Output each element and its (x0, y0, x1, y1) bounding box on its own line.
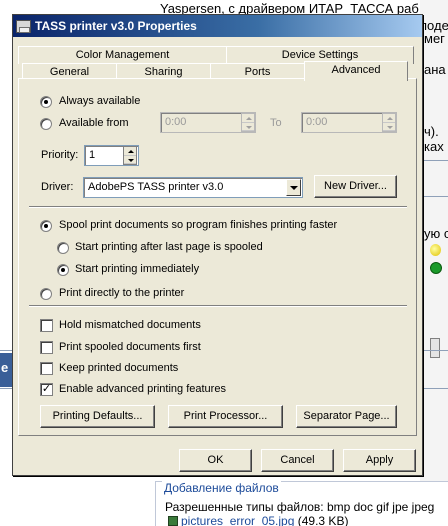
background-divider (423, 196, 448, 197)
to-time-spinner[interactable] (382, 113, 396, 132)
enable-advanced-label: Enable advanced printing features (59, 383, 226, 395)
enable-advanced-checkbox[interactable]: ✓ (40, 383, 53, 396)
dialog-title: TASS printer v3.0 Properties (35, 19, 197, 33)
tab-label: Sharing (144, 66, 183, 78)
checkmark-icon: ✓ (41, 383, 52, 395)
priority-label: Priority: (41, 149, 79, 161)
chevron-down-icon[interactable] (286, 179, 301, 196)
printer-icon (16, 19, 31, 33)
hold-mismatched-label: Hold mismatched documents (59, 319, 201, 331)
start-after-last-page-radio[interactable] (57, 242, 69, 254)
advanced-tab-panel: Always available Available from 0:00 To … (18, 78, 417, 436)
keep-printed-label: Keep printed documents (59, 362, 179, 374)
background-divider (423, 160, 448, 161)
tab-advanced[interactable]: Advanced (304, 61, 408, 81)
tab-label: Advanced (331, 64, 381, 76)
driver-select[interactable]: AdobePS TASS printer v3.0 (83, 177, 303, 198)
background-text-line: ч). (424, 124, 439, 139)
allowed-types-text: Разрешенные типы файлов: bmp doc gif jpe… (165, 500, 435, 514)
print-directly-radio[interactable] (40, 288, 52, 300)
cancel-button[interactable]: Cancel (261, 449, 334, 472)
print-directly-label: Print directly to the printer (59, 287, 185, 299)
always-available-radio[interactable] (40, 96, 52, 108)
available-from-radio[interactable] (40, 118, 52, 130)
tab-label: Ports (244, 66, 271, 78)
print-spooled-first-checkbox[interactable] (40, 341, 53, 354)
attached-file-link[interactable]: pictures_error_05.jpg (181, 514, 294, 526)
spool-radio[interactable] (40, 220, 52, 232)
tab-label: General (49, 66, 90, 78)
driver-select-value: AdobePS TASS printer v3.0 (88, 181, 224, 193)
print-spooled-first-label: Print spooled documents first (59, 341, 201, 353)
background-header-text: е (1, 360, 9, 375)
tab-label: Color Management (75, 49, 170, 61)
to-label: To (270, 117, 282, 129)
apply-button[interactable]: Apply (343, 449, 416, 472)
separator-page-button[interactable]: Separator Page... (296, 405, 397, 428)
start-immediately-radio[interactable] (57, 264, 69, 276)
available-from-label: Available from (59, 117, 129, 129)
new-driver-button[interactable]: New Driver... (314, 175, 397, 198)
background-text-line: мег (424, 31, 445, 46)
separator (29, 206, 407, 208)
printer-properties-dialog: TASS printer v3.0 Properties Color Manag… (12, 14, 423, 476)
keep-printed-checkbox[interactable] (40, 362, 53, 375)
attached-file-size: (49.3 KB) (297, 514, 349, 526)
printing-defaults-button[interactable]: Printing Defaults... (40, 405, 155, 428)
background-button[interactable] (430, 338, 440, 358)
background-text-line: ках (424, 139, 444, 154)
hold-mismatched-checkbox[interactable] (40, 319, 53, 332)
background-text-line: ую с (424, 226, 448, 241)
upload-legend: Добавление файлов (162, 481, 281, 495)
start-immediately-label: Start printing immediately (75, 263, 200, 275)
priority-spinner[interactable] (123, 146, 137, 165)
attached-file: pictures_error_05.jpg (49.3 KB) (168, 514, 348, 526)
globe-icon (430, 262, 442, 274)
print-processor-button[interactable]: Print Processor... (168, 405, 283, 428)
driver-label: Driver: (41, 181, 74, 193)
always-available-label: Always available (59, 95, 141, 107)
spool-label: Spool print documents so program finishe… (59, 219, 338, 231)
background-text-line: ана (424, 62, 446, 77)
image-file-icon (168, 516, 178, 526)
ok-button[interactable]: OK (179, 449, 252, 472)
tab-color-management[interactable]: Color Management (18, 46, 227, 64)
from-time-spinner[interactable] (241, 113, 255, 132)
lightbulb-icon (430, 244, 441, 256)
separator (29, 305, 407, 307)
tab-label: Device Settings (281, 49, 359, 61)
dialog-titlebar[interactable]: TASS printer v3.0 Properties (13, 15, 422, 37)
start-after-last-page-label: Start printing after last page is spoole… (75, 241, 263, 253)
